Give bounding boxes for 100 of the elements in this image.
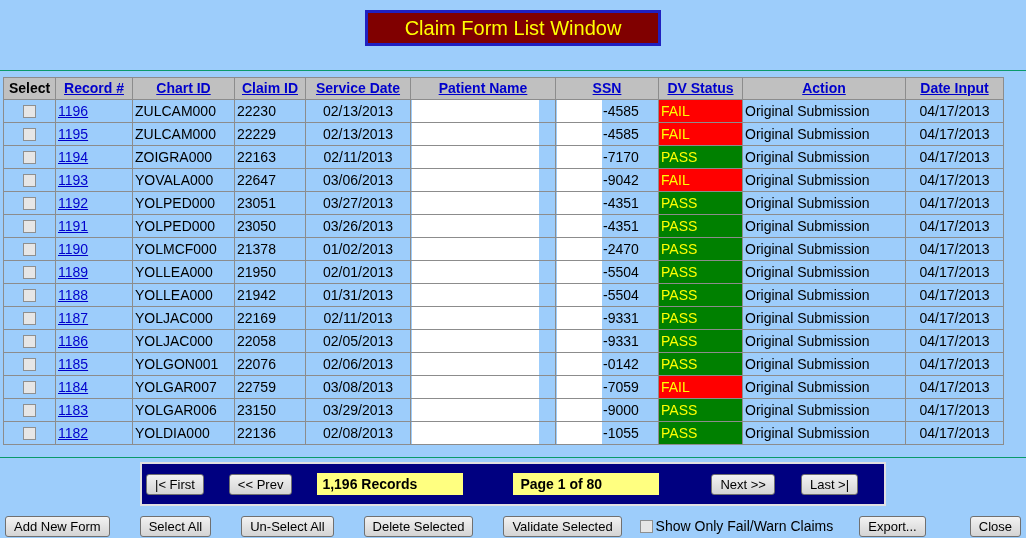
action-text: Original Submission [745,401,870,418]
chart-id: YOLGON001 [135,355,219,372]
entry-date-text: 04/17/2013 [919,309,990,326]
row-checkbox[interactable] [23,105,36,119]
page-indicator: Page 1 of 80 [513,473,660,495]
entry-date-text: 04/17/2013 [919,263,990,280]
redaction-block [557,376,602,398]
action-text: Original Submission [745,378,870,395]
ssn: -9331 [603,331,639,351]
claim-id: 21942 [237,286,276,303]
ssn: -4585 [603,101,639,121]
prev-button[interactable]: << Prev [228,473,293,495]
column-header-link[interactable]: Action [802,80,846,96]
row-checkbox[interactable] [23,266,36,280]
ssn: -9331 [603,308,639,328]
row-checkbox[interactable] [23,128,36,142]
action-text: Original Submission [745,148,870,165]
record-count: 1,196 Records [317,473,464,495]
chart-id: YOLJAC000 [135,332,213,349]
row-checkbox[interactable] [23,151,36,165]
claim-id: 22230 [237,102,276,119]
action-text: Original Submission [745,102,870,119]
service-date: 03/26/2013 [322,217,394,234]
claim-id: 23150 [237,401,276,418]
close-button[interactable]: Close [969,516,1021,537]
entry-date-text: 04/17/2013 [919,148,990,165]
filter-label: Show Only Fail/Warn Claims [655,517,834,536]
claim-id: 22163 [237,148,276,165]
redaction-block [557,100,602,122]
action-button[interactable]: Un-Select All [241,516,334,537]
filter-checkbox[interactable] [639,520,653,533]
redaction-block [557,422,602,444]
row-checkbox[interactable] [23,289,36,303]
chart-id: ZULCAM000 [135,102,216,119]
service-date: 01/02/2013 [322,240,394,257]
claim-id: 21950 [237,263,276,280]
redaction-block [557,238,602,260]
chart-id: YOLMCF000 [135,240,217,257]
chart-id: YOLLEA000 [135,286,213,303]
row-checkbox[interactable] [23,220,36,234]
action-text: Original Submission [745,332,870,349]
row-checkbox[interactable] [23,427,36,441]
redaction-block [557,330,602,352]
chart-id: YOLDIA000 [135,424,210,441]
last-button[interactable]: Last >| [800,473,859,495]
action-text: Original Submission [745,263,870,280]
row-checkbox[interactable] [23,358,36,372]
chart-id: YOLPED000 [135,217,216,234]
claim-id: 22058 [237,332,276,349]
row-checkbox[interactable] [23,174,36,188]
ssn: -9000 [603,400,639,420]
service-date: 02/05/2013 [322,332,394,349]
action-text: Original Submission [745,217,870,234]
export-button[interactable]: Export... [859,516,926,537]
row-checkbox[interactable] [23,197,36,211]
ssn: -1055 [603,423,639,443]
action-text: Original Submission [745,355,870,372]
claim-id: 23050 [237,217,276,234]
service-date: 03/29/2013 [322,401,394,418]
ssn: -4351 [603,193,639,213]
chart-id: YOLGAR006 [135,401,217,418]
row-checkbox[interactable] [23,243,36,257]
entry-date-text: 04/17/2013 [919,378,990,395]
service-date: 02/13/2013 [322,102,394,119]
redaction-block [557,399,602,421]
action-text: Original Submission [745,424,870,441]
entry-date-text: 04/17/2013 [919,401,990,418]
action-button[interactable]: Add New Form [5,516,110,537]
entry-date-text: 04/17/2013 [919,424,990,441]
entry-date-text: 04/17/2013 [919,171,990,188]
ssn: -4351 [603,216,639,236]
action-button[interactable]: Delete Selected [363,516,474,537]
row-checkbox[interactable] [23,312,36,326]
ssn: -5504 [603,262,639,282]
entry-date-text: 04/17/2013 [919,240,990,257]
ssn: -9042 [603,170,639,190]
redaction-block [557,169,602,191]
service-date: 02/01/2013 [322,263,394,280]
row-checkbox[interactable] [23,404,36,418]
chart-id: YOLLEA000 [135,263,213,280]
entry-date-text: 04/17/2013 [919,194,990,211]
column-header: Select [8,80,51,96]
redaction-block [557,123,602,145]
service-date: 02/13/2013 [322,125,394,142]
action-text: Original Submission [745,309,870,326]
service-date: 02/08/2013 [322,424,394,441]
row-checkbox[interactable] [23,381,36,395]
row-checkbox[interactable] [23,335,36,349]
window-title: Claim Form List Window [365,10,661,46]
service-date: 01/31/2013 [322,286,394,303]
next-button[interactable]: Next >> [711,473,775,495]
claim-id: 22169 [237,309,276,326]
first-button[interactable]: |< First [146,473,204,495]
claim-id: 23051 [237,194,276,211]
action-button[interactable]: Select All [139,516,212,537]
action-text: Original Submission [745,240,870,257]
action-button[interactable]: Validate Selected [503,516,622,537]
ssn: -0142 [603,354,639,374]
redaction-block [557,192,602,214]
claim-id: 22647 [237,171,276,188]
